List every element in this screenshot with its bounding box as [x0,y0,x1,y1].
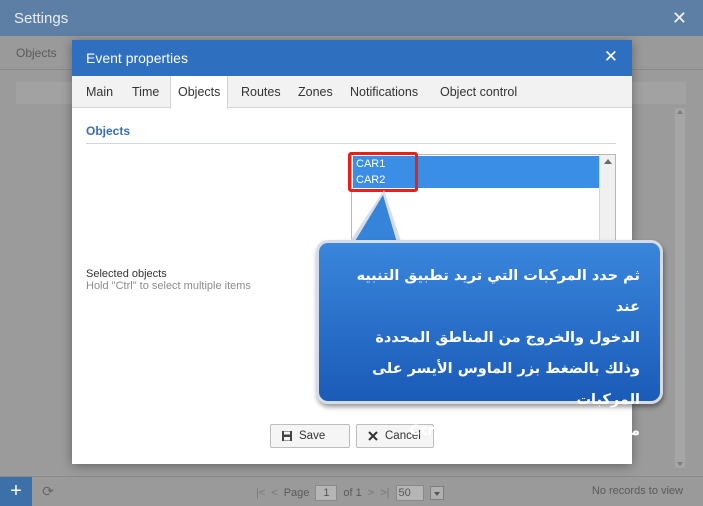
chevron-down-icon[interactable] [429,486,444,500]
tab-zones[interactable]: Zones [291,76,340,108]
floppy-disk-icon [281,430,293,442]
page-input[interactable]: 1 [315,485,338,501]
page-count-label: of 1 [343,487,362,499]
settings-scrollbar[interactable] [675,108,685,468]
save-label: Save [299,430,326,442]
close-icon[interactable]: ✕ [604,47,618,67]
prev-page-icon[interactable]: < [271,487,277,499]
settings-tab-objects[interactable]: Objects [16,46,57,60]
scroll-up-icon[interactable] [604,159,612,164]
dialog-title: Event properties [86,50,188,66]
tab-objects[interactable]: Objects [170,76,229,109]
callout-line: وذلك بالضغط بزر الماوس الأيسر على المركب… [372,361,640,408]
pager: |< < Page 1 of 1 > >| 50 [256,484,444,502]
callout-line: الدخول والخروج من المناطق المحددة [375,330,640,346]
tab-routes[interactable]: Routes [234,76,288,108]
settings-close-icon[interactable]: ✕ [672,8,687,29]
callout-line: ثم حدد المركبات التي تريد تطبيق التنبيه … [356,268,640,315]
page-size-select[interactable]: 50 [395,485,424,501]
callout-line: مع الضغط من الكيبورد على Ctrl [409,423,640,439]
callout-tail [348,190,402,246]
section-title: Objects [86,124,131,138]
next-page-icon[interactable]: > [368,487,374,499]
selected-objects-label: Selected objects [86,268,167,280]
selected-objects-hint: Hold "Ctrl" to select multiple items [86,280,251,292]
tab-main[interactable]: Main [79,76,120,108]
no-records-label: No records to view [591,485,683,497]
tab-notifications[interactable]: Notifications [343,76,425,108]
dialog-titlebar: Event properties ✕ [72,40,632,76]
last-page-icon[interactable]: >| [380,487,389,499]
settings-titlebar: Settings ✕ [0,0,703,36]
settings-title: Settings [14,10,69,27]
add-button[interactable]: + [0,477,32,506]
highlight-annotation [348,152,418,192]
scroll-up-icon[interactable] [677,110,683,114]
refresh-icon[interactable]: ⟳ [38,483,58,501]
scroll-down-icon[interactable] [677,462,683,466]
settings-footer: + ⟳ |< < Page 1 of 1 > >| 50 No records … [0,476,703,506]
tab-time[interactable]: Time [125,76,166,108]
instruction-callout: ثم حدد المركبات التي تريد تطبيق التنبيه … [316,240,663,439]
dialog-tabs: Main Time Objects Routes Zones Notificat… [72,76,632,109]
first-page-icon[interactable]: |< [256,487,265,499]
page-label: Page [283,487,310,499]
section-divider [86,143,616,144]
tab-object-control[interactable]: Object control [433,76,524,108]
callout-text: ثم حدد المركبات التي تريد تطبيق التنبيه … [330,261,640,447]
